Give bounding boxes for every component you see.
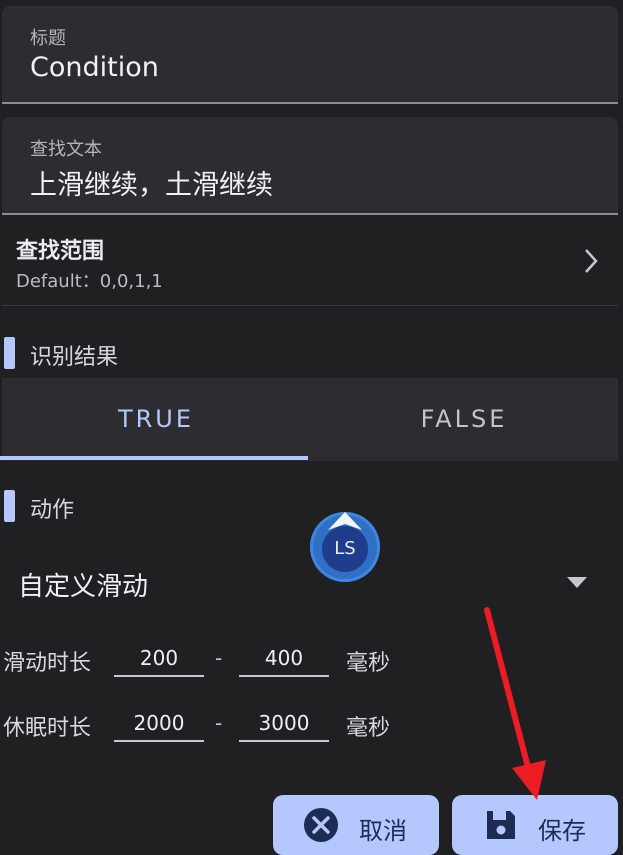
tab-true[interactable]: TRUE	[2, 378, 310, 461]
action-dropdown[interactable]: 自定义滑动	[2, 548, 618, 614]
result-tabs: TRUE FALSE	[2, 378, 618, 461]
sleep-duration-unit: 毫秒	[346, 716, 391, 741]
search-text-field[interactable]: 查找文本 上滑继续，土滑继续	[2, 117, 618, 215]
search-text-field-value: 上滑继续，土滑继续	[30, 170, 273, 201]
slide-duration-min-input[interactable]: 200	[114, 641, 204, 677]
section-marker	[4, 337, 15, 369]
search-range-subtitle: Default：0,0,1,1	[16, 271, 163, 292]
action-title: 动作	[30, 498, 75, 523]
search-text-field-label: 查找文本	[30, 139, 102, 160]
save-icon	[487, 811, 515, 839]
title-field-label: 标题	[30, 28, 66, 49]
search-range-title: 查找范围	[16, 239, 105, 264]
cancel-button-label: 取消	[359, 817, 407, 845]
search-range-row[interactable]: 查找范围 Default：0,0,1,1	[2, 217, 618, 305]
slide-duration-max-input[interactable]: 400	[239, 641, 329, 677]
sleep-duration-separator: -	[215, 711, 223, 735]
cancel-button[interactable]: 取消	[273, 795, 439, 855]
sleep-duration-label: 休眠时长	[3, 716, 92, 741]
slide-duration-separator: -	[215, 646, 223, 670]
slide-duration-label: 滑动时长	[3, 651, 92, 676]
action-dropdown-value: 自定义滑动	[18, 572, 149, 602]
divider	[2, 305, 618, 306]
sleep-duration-max-input[interactable]: 3000	[239, 706, 329, 742]
tab-selected-indicator	[0, 456, 308, 460]
tab-false[interactable]: FALSE	[310, 378, 618, 461]
title-field[interactable]: 标题 Condition	[2, 6, 618, 104]
slide-duration-unit: 毫秒	[346, 651, 391, 676]
close-circle-icon	[304, 808, 338, 842]
title-field-value: Condition	[30, 52, 159, 83]
section-marker	[4, 490, 15, 522]
dropdown-arrow-icon	[567, 577, 587, 588]
chevron-right-icon	[585, 249, 598, 273]
recognition-result-title: 识别结果	[30, 345, 119, 370]
sleep-duration-min-input[interactable]: 2000	[114, 706, 204, 742]
save-button[interactable]: 保存	[452, 795, 618, 855]
save-button-label: 保存	[538, 817, 586, 845]
